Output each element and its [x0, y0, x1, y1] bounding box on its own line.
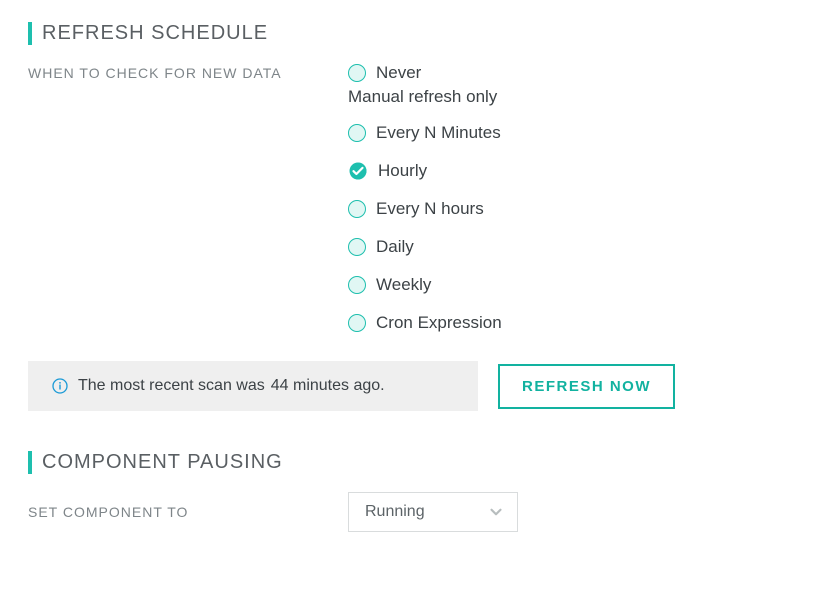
radio-label: Weekly — [376, 275, 431, 295]
radio-label: Daily — [376, 237, 414, 257]
radio-label: Every N Minutes — [376, 123, 501, 143]
component-pausing-header: COMPONENT PAUSING — [28, 451, 789, 474]
radio-label: Every N hours — [376, 199, 484, 219]
radio-checked-icon — [348, 161, 368, 181]
last-scan-status: The most recent scan was 44 minutes ago. — [28, 361, 478, 411]
radio-icon — [348, 276, 366, 294]
radio-label: Cron Expression — [376, 313, 502, 333]
status-text-prefix: The most recent scan was — [78, 377, 265, 395]
component-pausing-row: SET COMPONENT TO Running — [28, 492, 789, 532]
radio-icon — [348, 314, 366, 332]
status-area: The most recent scan was 44 minutes ago.… — [28, 361, 789, 411]
radio-option-every-n-minutes[interactable]: Every N Minutes — [348, 123, 789, 143]
refresh-schedule-header: REFRESH SCHEDULE — [28, 22, 789, 45]
when-to-check-label: WHEN TO CHECK FOR NEW DATA — [28, 63, 348, 81]
radio-icon — [348, 124, 366, 142]
refresh-options: Never Manual refresh only Every N Minute… — [348, 63, 789, 333]
radio-label: Hourly — [378, 161, 427, 181]
info-icon — [52, 378, 68, 394]
radio-icon — [348, 64, 366, 82]
radio-option-hourly[interactable]: Hourly — [348, 161, 789, 181]
refresh-schedule-row: WHEN TO CHECK FOR NEW DATA Never Manual … — [28, 63, 789, 333]
select-value: Running — [365, 503, 425, 521]
refresh-now-button[interactable]: REFRESH NOW — [498, 364, 675, 409]
radio-option-never[interactable]: Never Manual refresh only — [348, 63, 789, 107]
radio-icon — [348, 238, 366, 256]
radio-label: Never — [376, 63, 421, 83]
set-component-to-label: SET COMPONENT TO — [28, 504, 348, 520]
status-text-time: 44 minutes ago. — [271, 377, 385, 395]
component-state-select[interactable]: Running — [348, 492, 518, 532]
radio-option-daily[interactable]: Daily — [348, 237, 789, 257]
radio-option-weekly[interactable]: Weekly — [348, 275, 789, 295]
radio-sublabel: Manual refresh only — [348, 87, 789, 107]
radio-option-cron[interactable]: Cron Expression — [348, 313, 789, 333]
radio-option-every-n-hours[interactable]: Every N hours — [348, 199, 789, 219]
radio-icon — [348, 200, 366, 218]
chevron-down-icon — [487, 503, 505, 521]
